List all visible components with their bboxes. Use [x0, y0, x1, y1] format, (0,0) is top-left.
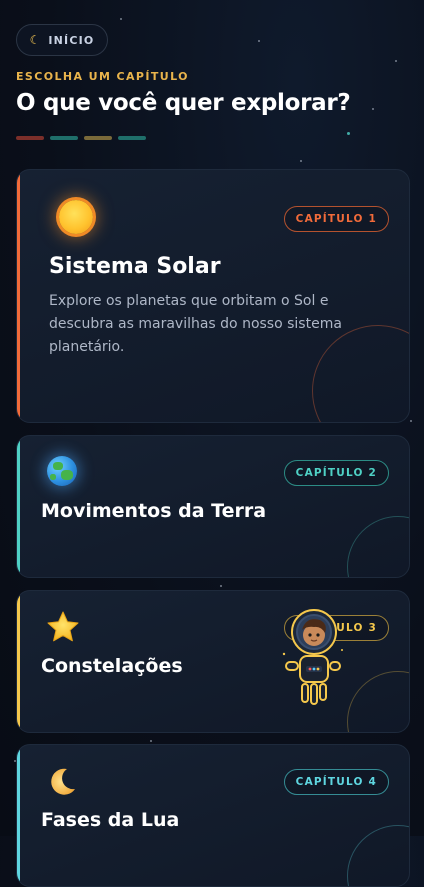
card-accent	[17, 170, 20, 422]
chapter-card-3[interactable]: CAPÍTULO 3 Constelações	[16, 590, 410, 733]
chapter-title: Constelações	[41, 655, 183, 677]
chapter-description: Explore os planetas que orbitam o Sol e …	[49, 293, 342, 355]
progress-indicator	[16, 136, 146, 140]
crescent-moon-icon	[51, 768, 75, 795]
chapter-card-2[interactable]: CAPÍTULO 2 Movimentos da Terra	[16, 435, 410, 578]
chapter-title: Fases da Lua	[41, 809, 180, 831]
moon-icon: ☾	[29, 33, 41, 47]
progress-segment-2	[50, 136, 78, 140]
chapter-card-4[interactable]: CAPÍTULO 4 Fases da Lua	[16, 744, 410, 887]
decorative-ring	[347, 671, 409, 732]
chapter-title: Sistema Solar	[49, 254, 221, 279]
progress-segment-1	[16, 136, 44, 140]
chapter-title: Movimentos da Terra	[41, 500, 267, 522]
section-eyebrow: ESCOLHA UM CAPÍTULO	[16, 70, 189, 83]
progress-segment-4	[118, 136, 146, 140]
decorative-ring	[347, 516, 409, 577]
page-title: O que você quer explorar?	[16, 90, 351, 116]
card-accent	[17, 591, 20, 732]
card-accent	[17, 436, 20, 577]
chapter-badge: CAPÍTULO 4	[283, 769, 389, 795]
sun-icon	[59, 200, 93, 234]
astronaut-mascot[interactable]	[276, 606, 348, 716]
chapter-badge: CAPÍTULO 1	[283, 206, 389, 232]
card-accent	[17, 745, 20, 886]
home-label: INÍCIO	[48, 33, 95, 47]
star-icon	[47, 611, 79, 642]
decorative-ring	[347, 825, 409, 886]
earth-icon	[47, 456, 77, 486]
chapter-badge: CAPÍTULO 2	[283, 460, 389, 486]
progress-segment-3	[84, 136, 112, 140]
chapter-card-1[interactable]: CAPÍTULO 1 Sistema Solar Explore os plan…	[16, 169, 410, 423]
home-button[interactable]: ☾ INÍCIO	[16, 24, 108, 56]
